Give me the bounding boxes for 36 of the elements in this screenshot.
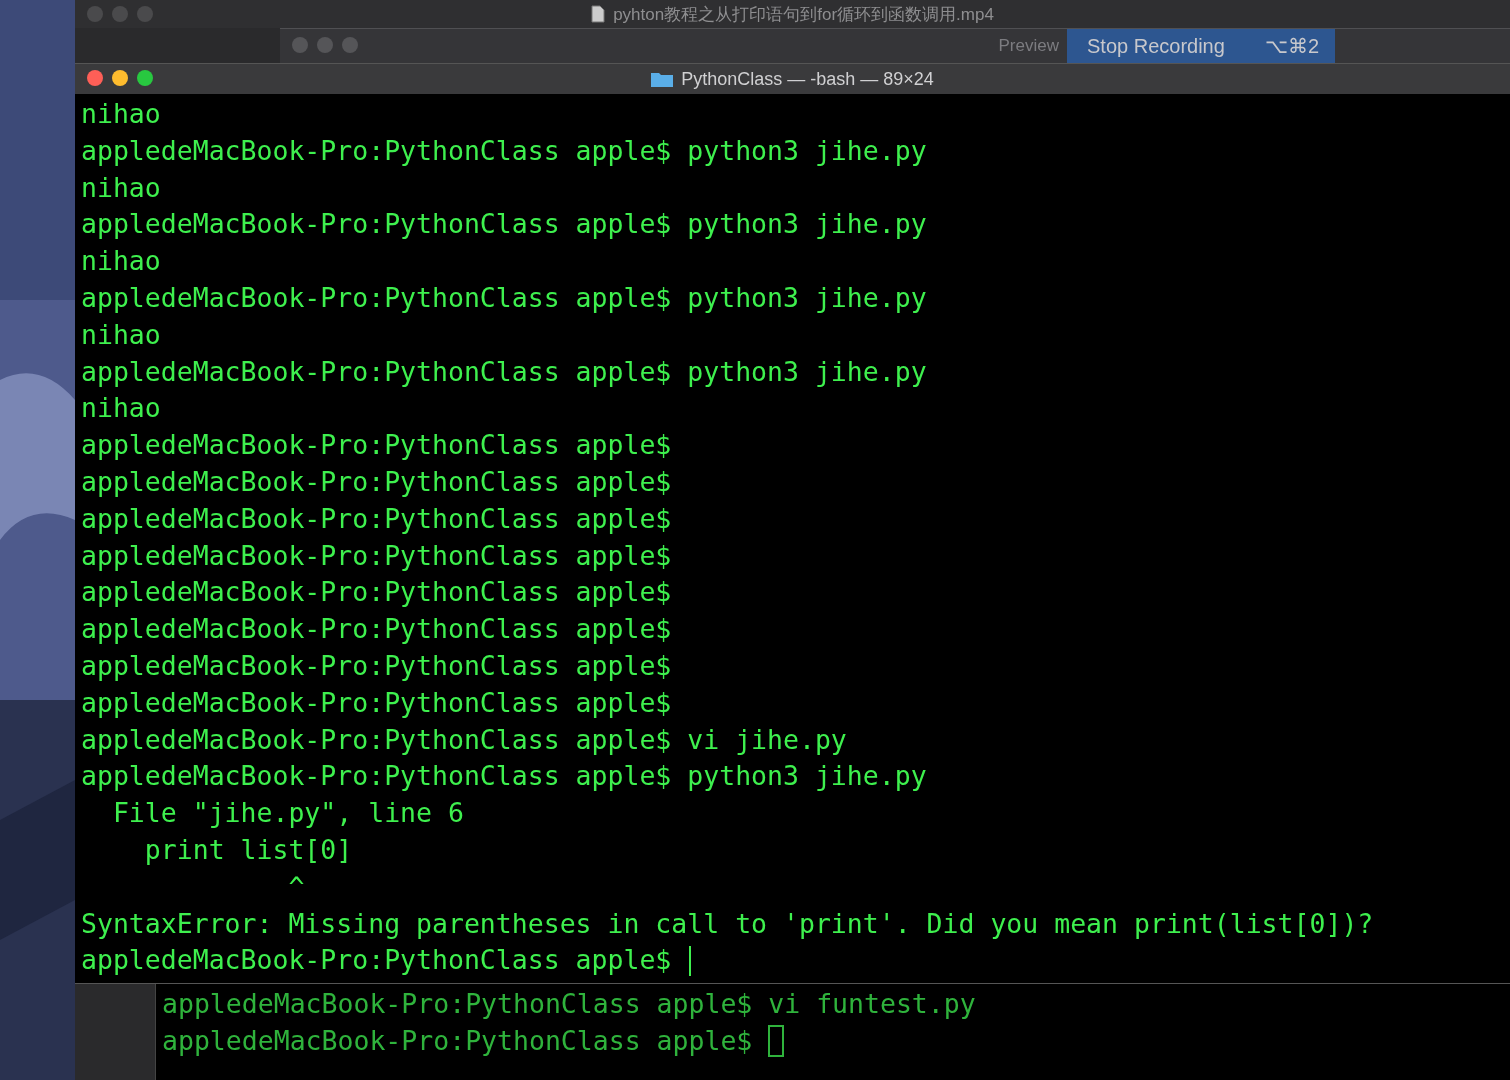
terminal-line: appledeMacBook-Pro:PythonClass apple$ <box>81 501 672 536</box>
terminal-line: nihao <box>81 391 161 426</box>
terminal-line: appledeMacBook-Pro:PythonClass apple$ <box>81 575 672 610</box>
terminal-line: nihao <box>81 97 161 131</box>
terminal-line: appledeMacBook-Pro:PythonClass apple$ python3 jihe.py <box>81 759 927 794</box>
terminal-line: nihao <box>81 170 161 205</box>
document-icon <box>591 5 606 23</box>
terminal-line: appledeMacBook-Pro:PythonClass apple$ <box>81 538 672 573</box>
terminal-line: appledeMacBook-Pro:PythonClass apple$ <box>162 1023 754 1058</box>
terminal-line: appledeMacBook-Pro:PythonClass apple$ <box>81 464 672 499</box>
menu-item[interactable]: Stop Recording ⌥⌘2 <box>1067 29 1335 63</box>
window-title: Preview <box>998 36 1059 56</box>
terminal-line: ^ <box>287 869 305 904</box>
terminal-line: appledeMacBook-Pro:PythonClass apple$ vi jihe.py <box>81 722 847 757</box>
window-title: pyhton教程之从打印语句到for循环到函数调用.mp4 <box>613 3 994 26</box>
terminal-line: appledeMacBook-Pro:PythonClass apple$ vi funtest.py <box>162 987 976 1022</box>
minimize-button[interactable] <box>112 70 128 86</box>
terminal-line: nihao <box>81 317 161 352</box>
terminal-line: print list[0] <box>143 832 353 867</box>
terminal-line: appledeMacBook-Pro:PythonClass apple$ <box>81 943 673 978</box>
terminal-line: nihao <box>81 244 161 279</box>
terminal-line: appledeMacBook-Pro:PythonClass apple$ <box>81 685 672 720</box>
terminal-line: File "jihe.py", line 6 <box>111 796 464 831</box>
terminal-line: appledeMacBook-Pro:PythonClass apple$ python3 jihe.py <box>81 354 927 389</box>
terminal-line: appledeMacBook-Pro:PythonClass apple$ <box>81 612 672 647</box>
close-button[interactable] <box>292 37 308 53</box>
terminal-line: SyntaxError: Missing parentheses in call to 'print'. Did you mean print(list[0])? <box>81 906 1374 941</box>
terminal-line: appledeMacBook-Pro:PythonClass apple$ python3 jihe.py <box>81 207 927 242</box>
close-button[interactable] <box>87 70 103 86</box>
zoom-button[interactable] <box>137 70 153 86</box>
terminal-line: appledeMacBook-Pro:PythonClass apple$ python3 jihe.py <box>81 133 927 168</box>
terminal-line: appledeMacBook-Pro:PythonClass apple$ <box>81 428 672 463</box>
terminal-line: appledeMacBook-Pro:PythonClass apple$ <box>81 648 672 683</box>
folder-icon <box>651 71 674 87</box>
terminal-line: appledeMacBook-Pro:PythonClass apple$ python3 jihe.py <box>81 281 927 315</box>
window-title: PythonClass — -bash — 89×24 <box>681 68 934 90</box>
